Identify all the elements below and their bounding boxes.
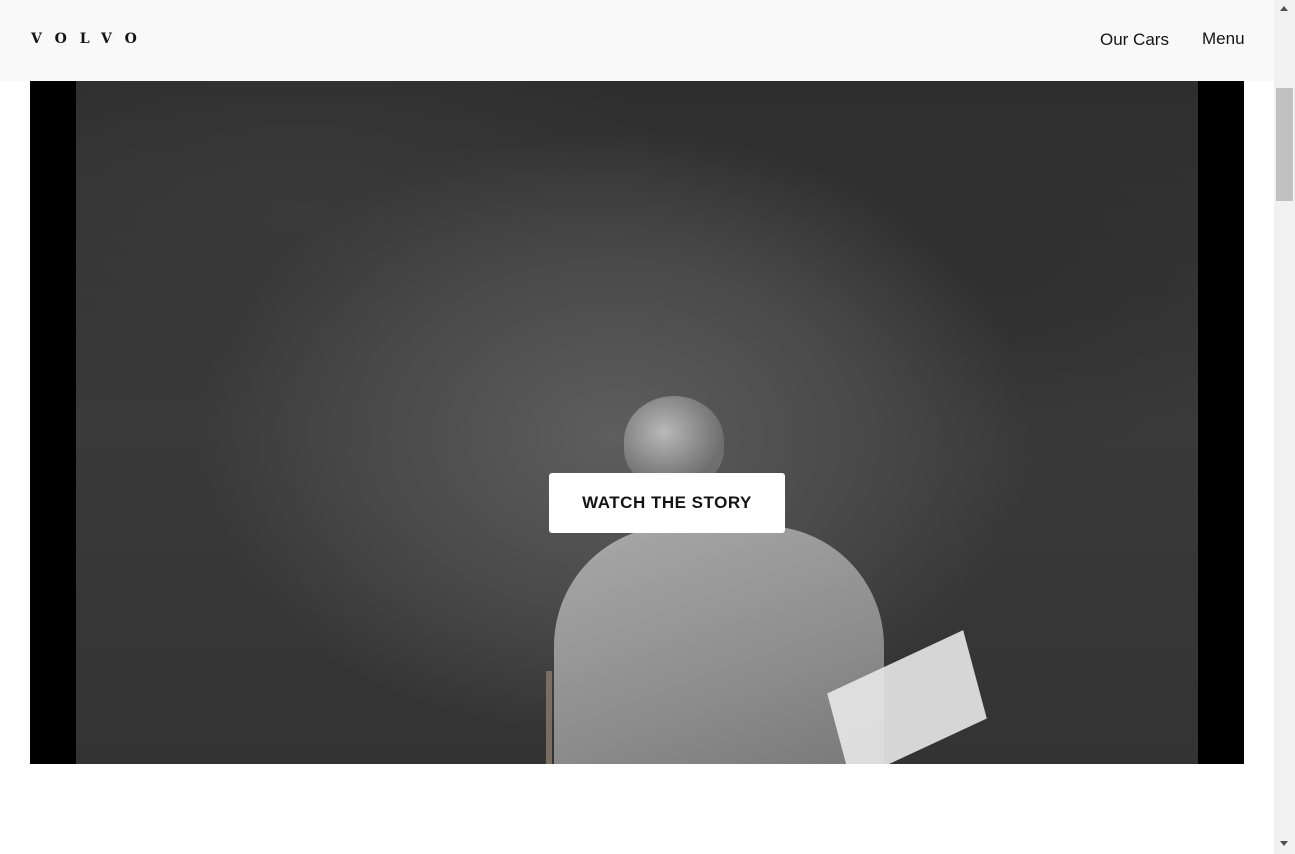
person-figure [554, 526, 884, 764]
watch-the-story-button[interactable]: WATCH THE STORY [549, 473, 785, 533]
our-cars-link[interactable]: Our Cars [1100, 30, 1169, 50]
hero-video[interactable]: WATCH THE STORY [30, 81, 1244, 764]
menu-button[interactable]: Menu [1202, 29, 1245, 49]
scroll-up-icon[interactable] [1280, 6, 1288, 11]
page-scrollbar[interactable] [1274, 0, 1295, 854]
volvo-logo[interactable]: VOLVO [31, 31, 150, 47]
scroll-thumb[interactable] [1276, 88, 1293, 201]
scroll-down-icon[interactable] [1280, 841, 1288, 846]
video-frame [76, 81, 1198, 764]
site-header: VOLVO Our Cars Menu [0, 0, 1274, 81]
